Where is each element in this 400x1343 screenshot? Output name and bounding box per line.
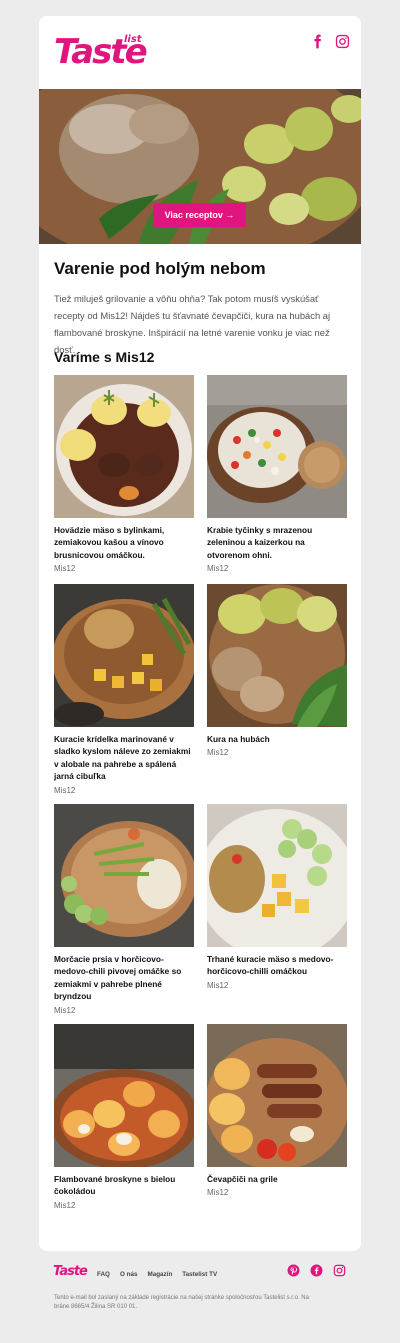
recipe-source: Mis12 bbox=[54, 785, 76, 795]
facebook-icon[interactable] bbox=[310, 1264, 323, 1277]
recipe-card[interactable]: Čevapčiči na grile Mis12 bbox=[207, 1024, 347, 1197]
instagram-icon[interactable] bbox=[335, 34, 350, 49]
article-title: Varenie pod holým nebom bbox=[54, 259, 266, 278]
recipe-card[interactable]: Trhané kuracie mäso s medovo-horčicovo-c… bbox=[207, 804, 347, 990]
recipe-card[interactable]: Flambované broskyne s bielou čokoládou M… bbox=[54, 1024, 194, 1210]
recipe-source: Mis12 bbox=[207, 748, 229, 758]
recipe-image[interactable] bbox=[54, 584, 194, 727]
recipe-name[interactable]: Trhané kuracie mäso s medovo-horčicovo-c… bbox=[207, 953, 347, 978]
recipe-name[interactable]: Hovädzie mäso s bylinkami, zemiakovou ka… bbox=[54, 524, 194, 561]
recipe-card[interactable]: Morčacie prsia v horčicovo-medovo-chili … bbox=[54, 804, 194, 1015]
recipe-card[interactable]: Kuracie krídelka marinované v sladko kys… bbox=[54, 584, 194, 795]
footer-link-tv[interactable]: Tastelist TV bbox=[182, 1271, 217, 1278]
recipe-source: Mis12 bbox=[207, 1188, 229, 1198]
recipe-source: Mis12 bbox=[54, 1200, 76, 1210]
tastelist-logo[interactable]: Taste list bbox=[54, 32, 148, 72]
footer-social bbox=[287, 1264, 346, 1277]
more-recipes-button[interactable]: Viac receptov → bbox=[153, 203, 246, 227]
recipe-source: Mis12 bbox=[207, 564, 229, 574]
recipe-name[interactable]: Kuracie krídelka marinované v sladko kys… bbox=[54, 733, 194, 783]
recipe-card[interactable]: Krabie tyčinky s mrazenou zeleninou a ka… bbox=[207, 375, 347, 573]
footer-link-about[interactable]: O nás bbox=[120, 1271, 138, 1278]
recipe-image[interactable] bbox=[207, 584, 347, 727]
recipe-image[interactable] bbox=[54, 375, 194, 518]
recipe-image[interactable] bbox=[207, 804, 347, 947]
recipe-name[interactable]: Kura na hubách bbox=[207, 733, 347, 745]
recipe-name[interactable]: Morčacie prsia v horčicovo-medovo-chili … bbox=[54, 953, 194, 1003]
recipe-image[interactable] bbox=[54, 1024, 194, 1167]
pinterest-icon[interactable] bbox=[287, 1264, 300, 1277]
article-intro: Tiež miluješ grilovanie a vôňu ohňa? Tak… bbox=[54, 293, 331, 355]
recipe-card[interactable]: Hovädzie mäso s bylinkami, zemiakovou ka… bbox=[54, 375, 194, 573]
recipe-image[interactable] bbox=[207, 1024, 347, 1167]
section-title: Varíme s Mis12 bbox=[54, 349, 155, 365]
recipe-source: Mis12 bbox=[54, 564, 76, 574]
instagram-icon[interactable] bbox=[333, 1264, 346, 1277]
footer-legal: Tento e-mail bol zaslaný na základe regi… bbox=[54, 1295, 309, 1310]
header-social bbox=[310, 34, 350, 49]
recipe-card[interactable]: Kura na hubách Mis12 bbox=[207, 584, 347, 757]
recipe-image[interactable] bbox=[207, 375, 347, 518]
recipe-source: Mis12 bbox=[207, 980, 229, 990]
recipe-source: Mis12 bbox=[54, 1005, 76, 1015]
footer-nav: FAQ O nás Magazín Tastelist TV bbox=[97, 1271, 217, 1278]
footer-logo[interactable]: Taste bbox=[53, 1264, 88, 1279]
logo-sup: list bbox=[124, 34, 142, 45]
recipe-image[interactable] bbox=[54, 804, 194, 947]
facebook-icon[interactable] bbox=[310, 34, 325, 49]
recipe-name[interactable]: Krabie tyčinky s mrazenou zeleninou a ka… bbox=[207, 524, 347, 561]
recipe-name[interactable]: Čevapčiči na grile bbox=[207, 1173, 347, 1185]
recipe-name[interactable]: Flambované broskyne s bielou čokoládou bbox=[54, 1173, 194, 1198]
footer-link-faq[interactable]: FAQ bbox=[97, 1271, 110, 1278]
footer-link-magazine[interactable]: Magazín bbox=[147, 1271, 172, 1278]
